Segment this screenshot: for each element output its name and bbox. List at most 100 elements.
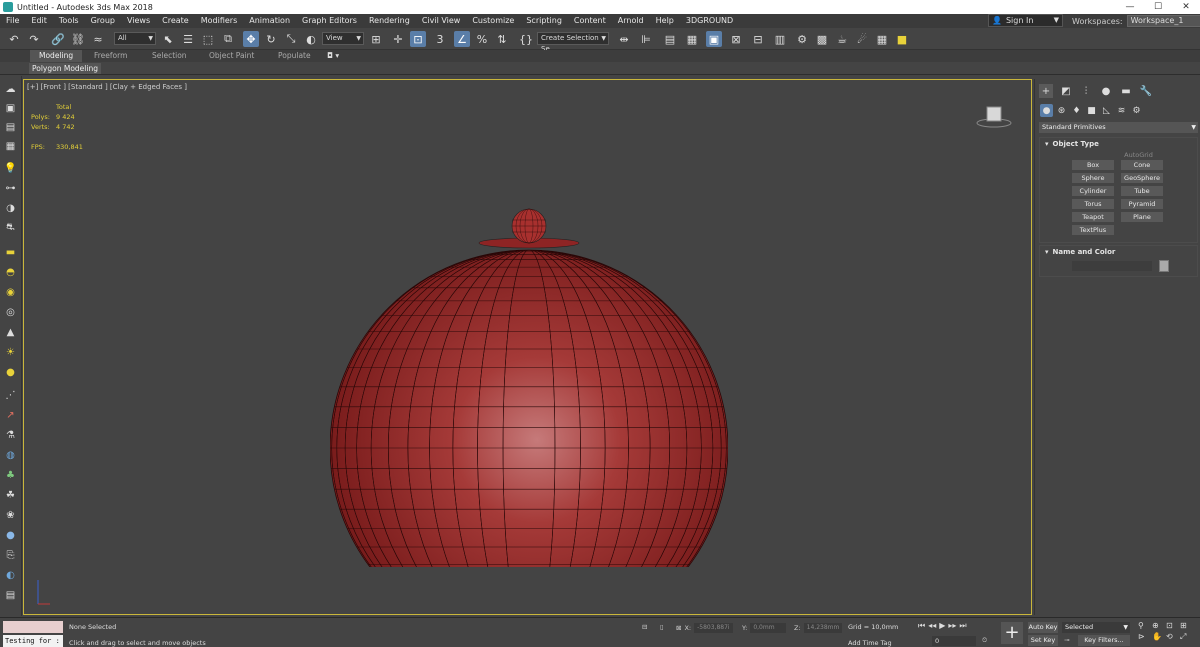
menu-animation[interactable]: Animation xyxy=(243,14,296,28)
render-tab-icon[interactable]: ⛐ xyxy=(4,222,17,235)
tab-populate[interactable]: Populate xyxy=(278,50,311,62)
x-coordinate[interactable]: ⊠ X: -5803,887i xyxy=(676,623,733,633)
zoom-all-icon[interactable]: ⊕ xyxy=(1152,621,1166,630)
menu-content[interactable]: Content xyxy=(568,14,612,28)
select-object-icon[interactable]: ⬉ xyxy=(160,31,176,47)
maxscript-mini-listener[interactable]: Testing for : xyxy=(3,635,63,647)
viewport-label[interactable]: [+] [Front ] [Standard ] [Clay + Edged F… xyxy=(27,83,187,91)
tab-modeling[interactable]: Modeling xyxy=(30,50,83,62)
cone-preset-icon[interactable]: ▲ xyxy=(4,326,17,339)
modify-tab-icon[interactable]: ◩ xyxy=(1059,84,1073,98)
tab-object-paint[interactable]: Object Paint xyxy=(209,50,254,62)
lights-icon[interactable]: ♦ xyxy=(1070,104,1083,117)
orbit-icon[interactable]: ⟲ xyxy=(1166,632,1180,642)
unlink-icon[interactable]: ⛓ xyxy=(70,31,86,47)
name-and-color-header[interactable]: ▾ Name and Color xyxy=(1040,246,1197,258)
set-key-big-icon[interactable]: + xyxy=(1001,622,1023,644)
mirror-icon[interactable]: ⇹ xyxy=(616,31,632,47)
cylinder-button[interactable]: Cylinder xyxy=(1072,186,1114,196)
menu-file[interactable]: File xyxy=(0,14,25,28)
menu-views[interactable]: Views xyxy=(121,14,156,28)
render-shortcut-icon[interactable]: ◐ xyxy=(4,569,17,582)
previous-frame-icon[interactable]: ◂◂ xyxy=(928,621,936,631)
lock-selection-icon[interactable]: ⊟ xyxy=(642,623,647,631)
named-selection-dropdown[interactable]: Create Selection Se ▼ xyxy=(537,32,609,53)
z-coordinate[interactable]: Z: 14,238mm xyxy=(794,623,843,633)
render-online-icon[interactable]: ▦ xyxy=(874,31,890,47)
menu-civil-view[interactable]: Civil View xyxy=(416,14,467,28)
systems-icon[interactable]: ⚙ xyxy=(1130,104,1143,117)
reference-coordinate-dropdown[interactable]: View ▼ xyxy=(322,32,364,45)
isolate-icon[interactable]: ▯ xyxy=(660,623,664,631)
utilities-tab-icon[interactable]: 🔧 xyxy=(1139,84,1153,98)
light-icon[interactable]: 💡 xyxy=(4,162,17,175)
sphere-button[interactable]: Sphere xyxy=(1072,173,1114,183)
grid-preset-icon[interactable]: ⋰ xyxy=(4,389,17,402)
menu-rendering[interactable]: Rendering xyxy=(363,14,416,28)
material-editor-icon[interactable]: ▥ xyxy=(772,31,788,47)
workspace-dropdown[interactable]: Workspace_1 xyxy=(1126,15,1200,27)
add-time-tag[interactable]: Add Time Tag xyxy=(848,639,892,647)
object-type-header[interactable]: ▾ Object Type xyxy=(1040,138,1197,150)
tab-freeform[interactable]: Freeform xyxy=(94,50,127,62)
select-manipulate-icon[interactable]: ✛ xyxy=(390,31,406,47)
christmas-ball-model[interactable] xyxy=(330,172,728,567)
populate-icon[interactable]: ☘ xyxy=(4,489,17,502)
object-color-swatch[interactable] xyxy=(1159,260,1169,272)
menu-create[interactable]: Create xyxy=(156,14,195,28)
object-name-field[interactable] xyxy=(1072,261,1152,271)
next-frame-icon[interactable]: ▸▸ xyxy=(948,621,956,631)
menu-edit[interactable]: Edit xyxy=(25,14,53,28)
selection-filter-dropdown[interactable]: All ▼ xyxy=(114,32,156,45)
camera-tab-icon[interactable]: ⊶ xyxy=(4,182,17,195)
helper-preset-icon[interactable]: ↗ xyxy=(4,409,17,422)
maximize-button[interactable]: ☐ xyxy=(1144,0,1172,14)
viewport-front[interactable]: [+] [Front ] [Standard ] [Clay + Edged F… xyxy=(23,79,1032,615)
edit-named-selection-icon[interactable]: {} xyxy=(518,31,534,47)
autogrid-checkbox[interactable]: AutoGrid xyxy=(1080,150,1197,160)
move-icon[interactable]: ✥ xyxy=(243,31,259,47)
key-selection-dropdown[interactable]: Selected ▼ xyxy=(1062,622,1130,633)
maxscript-listener-field[interactable] xyxy=(3,621,63,633)
zoom-extents-icon[interactable]: ⊡ xyxy=(1166,621,1180,630)
layout-tab-2-icon[interactable]: ▤ xyxy=(4,121,17,134)
geosphere-button[interactable]: GeoSphere xyxy=(1121,173,1163,183)
render-production-icon[interactable]: ☕ xyxy=(834,31,850,47)
dome-preset-icon[interactable]: ◓ xyxy=(4,266,17,279)
auto-key-button[interactable]: Auto Key xyxy=(1028,622,1058,633)
scale-icon[interactable]: ⤡ xyxy=(283,31,299,47)
layout-tab-3-icon[interactable]: ▦ xyxy=(4,140,17,153)
zoom-icon[interactable]: ⚲ xyxy=(1138,621,1152,630)
layout-tab-icon[interactable]: ▣ xyxy=(4,102,17,115)
ribbon-toggle-icon[interactable]: ▣ xyxy=(706,31,722,47)
box-button[interactable]: Box xyxy=(1072,160,1114,170)
maximize-viewport-icon[interactable]: ⤢ xyxy=(1180,632,1194,642)
close-button[interactable]: ✕ xyxy=(1172,0,1200,14)
link-icon[interactable]: 🔗 xyxy=(50,31,66,47)
time-config-icon[interactable]: ⏲ xyxy=(982,636,987,645)
absolute-mode-icon[interactable]: ⊠ xyxy=(676,624,681,632)
render-setup-icon[interactable]: ⚙ xyxy=(794,31,810,47)
set-key-button[interactable]: Set Key xyxy=(1028,635,1058,646)
menu-group[interactable]: Group xyxy=(85,14,121,28)
key-mode-icon[interactable]: ⊸ xyxy=(1064,636,1069,644)
key-filters-button[interactable]: Key Filters... xyxy=(1078,635,1130,646)
plane-button[interactable]: Plane xyxy=(1121,212,1163,222)
curve-editor-icon[interactable]: ⊠ xyxy=(728,31,744,47)
helpers-icon[interactable]: ◺ xyxy=(1100,104,1113,117)
select-by-name-icon[interactable]: ☰ xyxy=(180,31,196,47)
menu-3dground[interactable]: 3DGROUND xyxy=(680,14,739,28)
shapes-icon[interactable]: ⊛ xyxy=(1055,104,1068,117)
create-tab-icon[interactable]: + xyxy=(1039,84,1053,98)
teapot-button[interactable]: Teapot xyxy=(1072,212,1114,222)
polygon-modeling-label[interactable]: Polygon Modeling xyxy=(29,63,101,74)
z-value[interactable]: 14,238mm xyxy=(803,623,843,633)
tab-selection[interactable]: Selection xyxy=(152,50,187,62)
scene-explorer-icon[interactable]: ▤ xyxy=(662,31,678,47)
pan-icon[interactable]: ✋ xyxy=(1152,632,1166,642)
space-warps-icon[interactable]: ≋ xyxy=(1115,104,1128,117)
minimize-button[interactable]: — xyxy=(1116,0,1144,14)
keyboard-shortcut-override-icon[interactable]: ⊡ xyxy=(410,31,426,47)
align-icon[interactable]: ⊫ xyxy=(638,31,654,47)
torus-button[interactable]: Torus xyxy=(1072,199,1114,209)
